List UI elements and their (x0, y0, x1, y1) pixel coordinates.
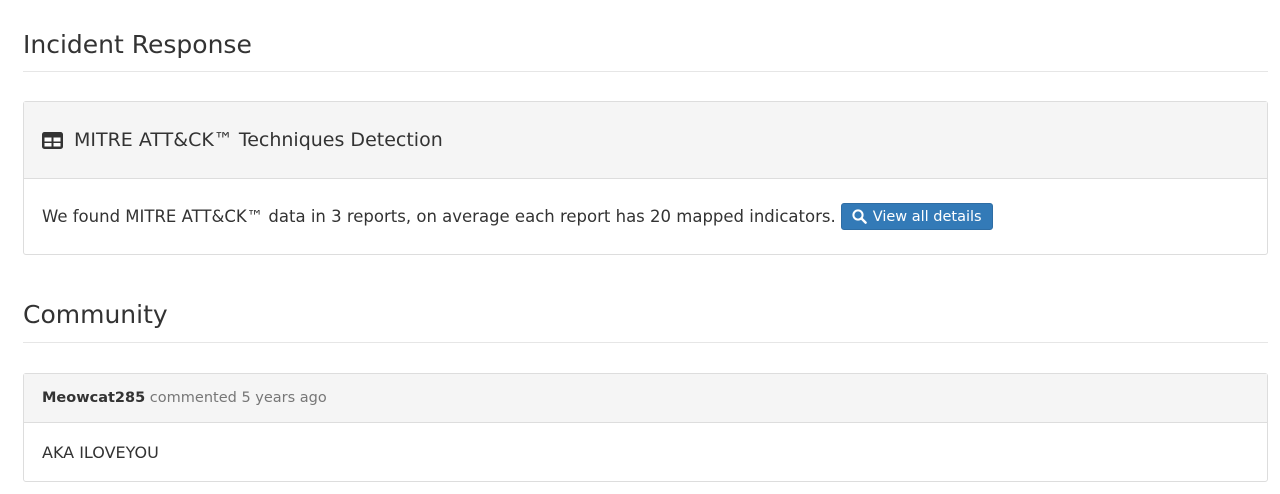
comment-heading: Meowcat285 commented 5 years ago (24, 374, 1267, 423)
mitre-panel: MITRE ATT&CK™ Techniques Detection We fo… (23, 101, 1268, 255)
incident-response-divider (23, 71, 1268, 72)
comment-body: AKA ILOVEYOU (24, 423, 1267, 481)
comment-panel: Meowcat285 commented 5 years ago AKA ILO… (23, 373, 1268, 482)
comment-time: 5 years ago (241, 390, 327, 406)
mitre-panel-title: MITRE ATT&CK™ Techniques Detection (74, 129, 443, 151)
page: Incident Response MITRE ATT&CK™ Techniqu… (0, 0, 1280, 494)
mitre-panel-heading: MITRE ATT&CK™ Techniques Detection (24, 102, 1267, 179)
mitre-summary-text: We found MITRE ATT&CK™ data in 3 reports… (42, 207, 836, 226)
view-all-details-label: View all details (872, 208, 982, 225)
comment-text: AKA ILOVEYOU (42, 442, 159, 462)
search-icon (852, 209, 867, 224)
community-divider (23, 342, 1268, 343)
community-heading: Community (23, 300, 168, 329)
comment-action: commented (145, 390, 242, 406)
comment-author[interactable]: Meowcat285 (42, 390, 145, 406)
view-all-details-button[interactable]: View all details (840, 203, 993, 230)
comment-meta: Meowcat285 commented 5 years ago (42, 390, 327, 406)
incident-response-heading: Incident Response (23, 30, 252, 59)
mitre-panel-body: We found MITRE ATT&CK™ data in 3 reports… (24, 179, 1267, 254)
table-icon (42, 131, 63, 149)
